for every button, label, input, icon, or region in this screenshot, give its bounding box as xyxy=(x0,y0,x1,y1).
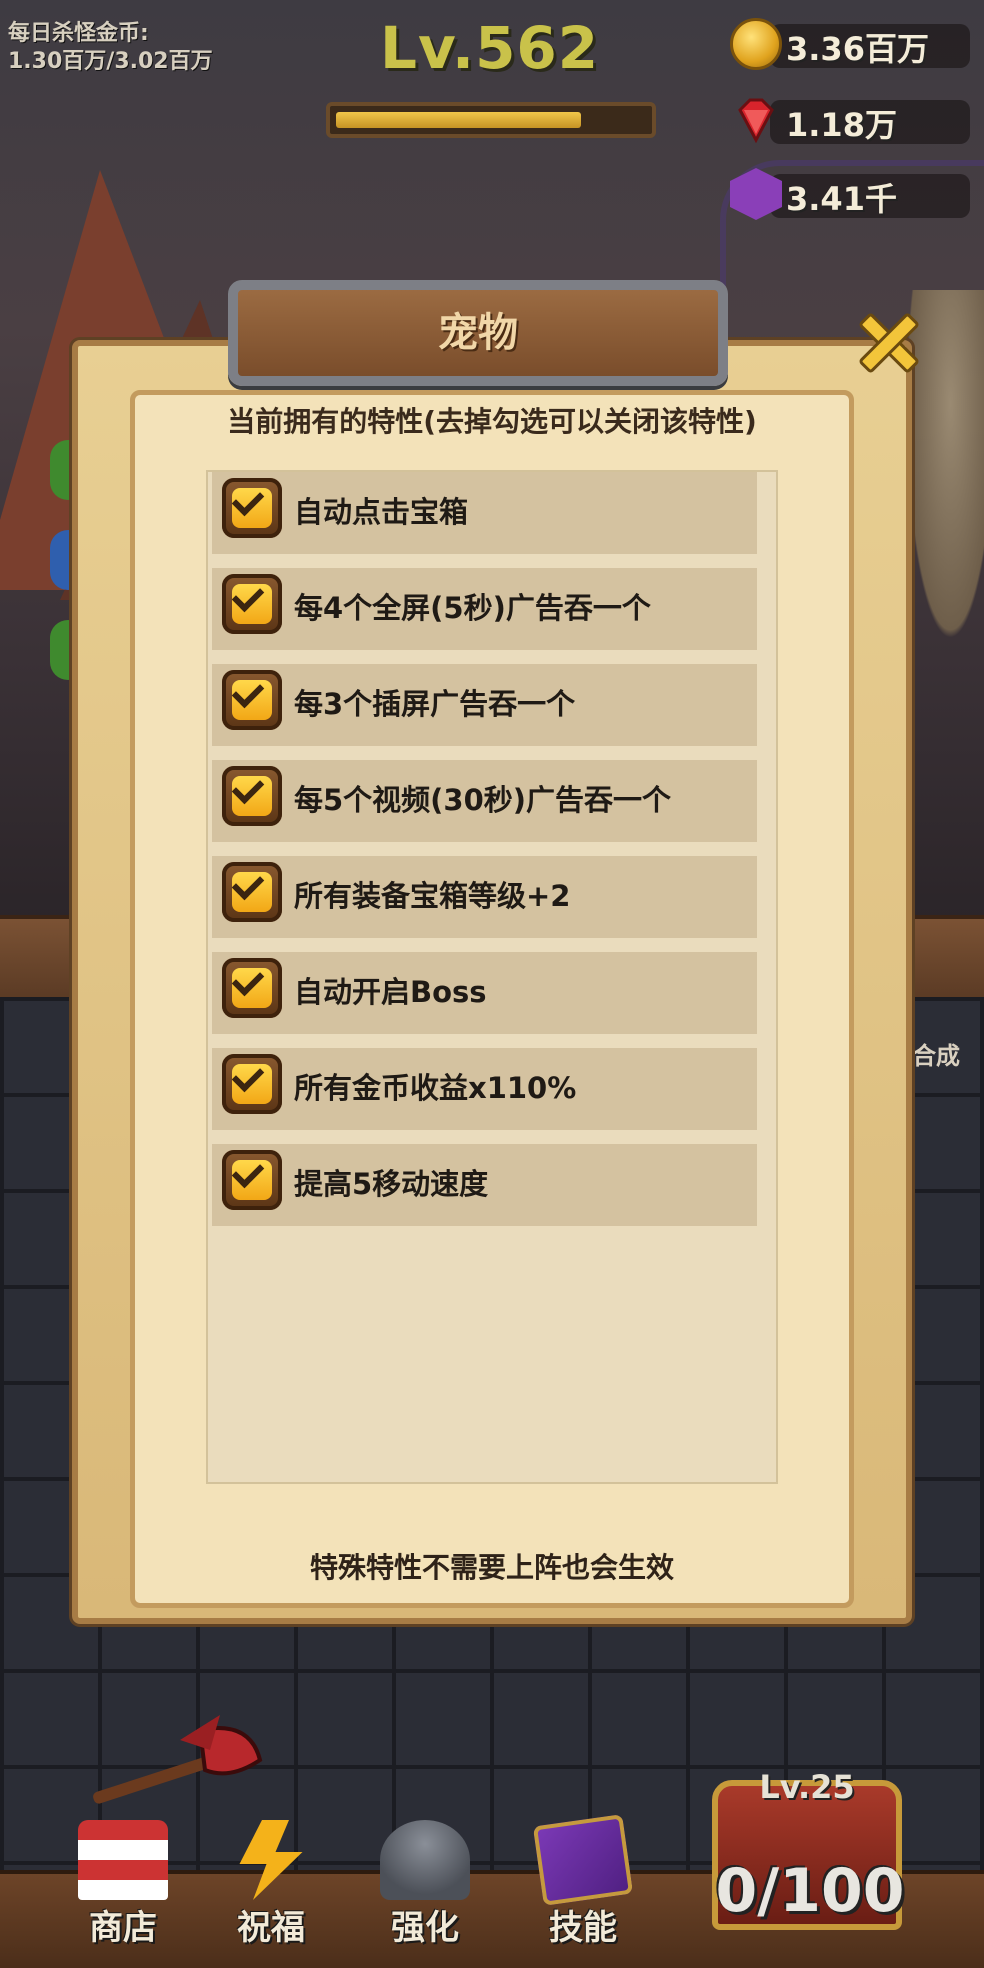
close-button[interactable] xyxy=(848,302,930,384)
nav-skill-button[interactable]: 技能 xyxy=(518,1814,648,1948)
purple-gem-counter[interactable]: 3.41千 xyxy=(730,168,970,222)
player-level: Lv.562 xyxy=(380,14,600,82)
trait-checkbox[interactable] xyxy=(222,958,282,1018)
trait-checkbox[interactable] xyxy=(222,574,282,634)
daily-kill-gold: 每日杀怪金币: 1.30百万/3.02百万 xyxy=(8,20,213,76)
ruby-counter[interactable]: 1.18万 xyxy=(730,94,970,148)
trait-label: 自动开启Boss xyxy=(294,975,487,1009)
trait-label: 自动点击宝箱 xyxy=(294,495,469,529)
gold-coin-icon xyxy=(730,18,782,70)
trait-label: 每3个插屏广告吞一个 xyxy=(294,687,576,721)
nav-shop-button[interactable]: 商店 xyxy=(58,1820,188,1948)
trait-label: 所有金币收益x110% xyxy=(294,1071,577,1105)
trait-row[interactable]: 自动点击宝箱 xyxy=(212,472,757,554)
dialog-subtitle: 当前拥有的特性(去掉勾选可以关闭该特性) xyxy=(227,405,757,438)
ruby-icon xyxy=(738,98,774,144)
dialog-title-plate: 宠物 xyxy=(228,280,728,386)
xp-progress-bar xyxy=(326,102,656,138)
nav-bless-button[interactable]: 祝福 xyxy=(206,1820,336,1948)
daily-kill-gold-label: 每日杀怪金币: xyxy=(8,21,149,46)
trait-checkbox[interactable] xyxy=(222,478,282,538)
trait-checkbox[interactable] xyxy=(222,670,282,730)
nav-forge-label: 强化 xyxy=(391,1908,459,1948)
trait-checkbox[interactable] xyxy=(222,1150,282,1210)
ruby-value: 1.18万 xyxy=(786,106,897,144)
nav-forge-button[interactable]: 强化 xyxy=(360,1820,490,1948)
trait-row[interactable]: 每4个全屏(5秒)广告吞一个 xyxy=(212,568,757,650)
xp-progress-fill xyxy=(336,112,581,128)
trait-row[interactable]: 所有金币收益x110% xyxy=(212,1048,757,1130)
chest-level: Lv.25 xyxy=(759,1768,855,1806)
gold-counter[interactable]: 3.36百万 xyxy=(730,18,970,72)
shop-icon xyxy=(78,1820,168,1900)
dialog-footer-note: 特殊特性不需要上阵也会生效 xyxy=(309,1551,674,1584)
trait-checkbox[interactable] xyxy=(222,862,282,922)
daily-kill-gold-value: 1.30百万/3.02百万 xyxy=(8,49,213,74)
trait-checkbox[interactable] xyxy=(222,766,282,826)
trait-row[interactable]: 每3个插屏广告吞一个 xyxy=(212,664,757,746)
merge-label[interactable]: 合成 xyxy=(912,1036,960,1071)
nav-bless-label: 祝福 xyxy=(237,1908,305,1948)
trait-row[interactable]: 所有装备宝箱等级+2 xyxy=(212,856,757,938)
dialog-title: 宠物 xyxy=(438,310,518,356)
lightning-icon xyxy=(239,1820,303,1900)
chest-count: 0/100 xyxy=(715,1856,905,1926)
trait-label: 每5个视频(30秒)广告吞一个 xyxy=(294,783,672,817)
trait-label: 提高5移动速度 xyxy=(294,1167,489,1201)
anvil-icon xyxy=(380,1820,470,1900)
trait-label: 所有装备宝箱等级+2 xyxy=(294,879,571,913)
purple-gem-value: 3.41千 xyxy=(786,180,897,218)
axe-weapon-icon[interactable] xyxy=(80,1710,280,1820)
trait-row[interactable]: 每5个视频(30秒)广告吞一个 xyxy=(212,760,757,842)
nav-shop-label: 商店 xyxy=(89,1908,157,1948)
nav-skill-label: 技能 xyxy=(549,1908,617,1948)
spellbook-icon xyxy=(532,1814,634,1906)
gold-value: 3.36百万 xyxy=(786,30,929,68)
trait-checkbox[interactable] xyxy=(222,1054,282,1114)
trait-row[interactable]: 自动开启Boss xyxy=(212,952,757,1034)
trait-row[interactable]: 提高5移动速度 xyxy=(212,1144,757,1226)
trait-label: 每4个全屏(5秒)广告吞一个 xyxy=(294,591,651,625)
